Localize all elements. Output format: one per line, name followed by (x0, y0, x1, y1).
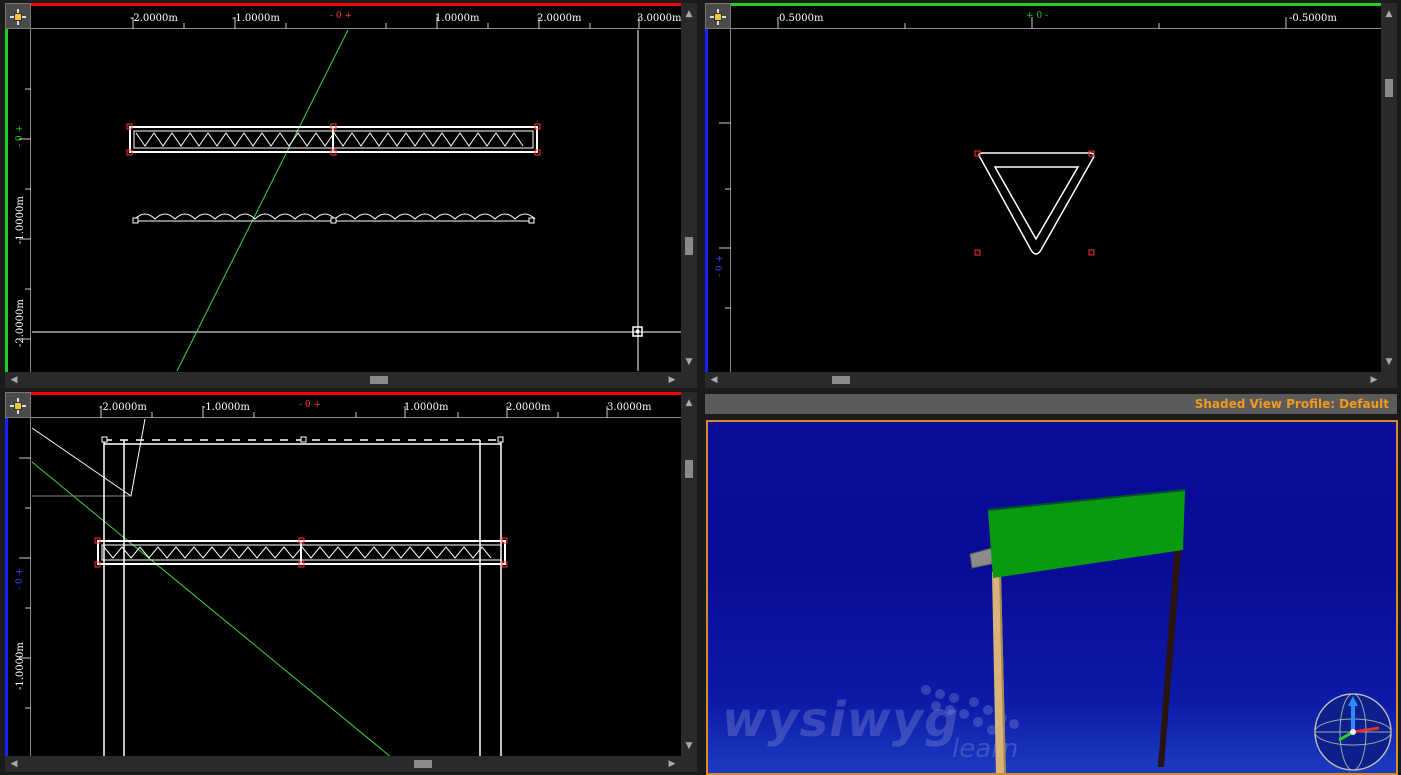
scrollbar-thumb[interactable] (414, 760, 432, 768)
green-sign-panel (988, 490, 1185, 578)
vertical-scrollbar[interactable]: ▲ ▼ (681, 392, 697, 756)
green-axis-line (31, 461, 398, 763)
scroll-left-arrow-icon[interactable]: ◀ (707, 373, 721, 387)
shaded-view-profile-label[interactable]: Shaded View Profile: Default (1195, 397, 1389, 411)
scrollbar-thumb[interactable] (685, 460, 693, 478)
vertical-ruler-ticks (19, 457, 31, 709)
scroll-right-arrow-icon[interactable]: ▶ (665, 373, 679, 387)
horizontal-scrollbar[interactable]: ◀ ▶ (705, 372, 1397, 388)
scroll-down-arrow-icon[interactable]: ▼ (682, 355, 696, 369)
top-view-canvas[interactable] (5, 3, 697, 388)
truss-object-front (97, 540, 506, 565)
truss-bracket (969, 547, 993, 569)
scrollbar-thumb[interactable] (685, 237, 693, 255)
right-pole (1158, 542, 1182, 767)
shaded-view-header: Shaded View Profile: Default (705, 394, 1397, 414)
side-view-canvas[interactable] (705, 3, 1397, 388)
viewport-side[interactable]: 0.5000m + 0 - -0.5000m - 0 + ▲ ▼ ◀ ▶ (705, 3, 1397, 388)
horizontal-ruler-ticks (100, 406, 608, 418)
viewport-top[interactable]: -2.0000m -1.0000m - 0 + 1.0000m 2.0000m … (5, 3, 697, 388)
scroll-right-arrow-icon[interactable]: ▶ (1367, 373, 1381, 387)
scrollbar-thumb[interactable] (370, 376, 388, 384)
construction-line (31, 418, 146, 497)
scroll-down-arrow-icon[interactable]: ▼ (1382, 355, 1396, 369)
scroll-left-arrow-icon[interactable]: ◀ (7, 373, 21, 387)
cable-object (132, 213, 536, 224)
scroll-right-arrow-icon[interactable]: ▶ (665, 757, 679, 771)
shaded-3d-view[interactable]: wysiwyg learn (706, 420, 1398, 775)
scrollbar-thumb[interactable] (1385, 79, 1393, 97)
horizontal-ruler-ticks (777, 17, 1287, 29)
vertical-scrollbar[interactable]: ▲ ▼ (681, 3, 697, 372)
scroll-down-arrow-icon[interactable]: ▼ (682, 739, 696, 753)
vertical-scrollbar[interactable]: ▲ ▼ (1381, 3, 1397, 372)
vertical-ruler-ticks (19, 88, 31, 340)
truss-object-top (129, 126, 538, 153)
scroll-up-arrow-icon[interactable]: ▲ (682, 396, 696, 410)
shaded-scene (921, 489, 1392, 773)
horizontal-scrollbar[interactable]: ◀ ▶ (5, 756, 697, 772)
horizontal-ruler-ticks (132, 17, 640, 29)
scrollbar-thumb[interactable] (832, 376, 850, 384)
axis-gizmo-icon (1314, 693, 1392, 771)
scroll-up-arrow-icon[interactable]: ▲ (1382, 7, 1396, 21)
green-axis-line (176, 29, 349, 372)
scroll-up-arrow-icon[interactable]: ▲ (682, 7, 696, 21)
frame-structure (103, 439, 502, 762)
scroll-left-arrow-icon[interactable]: ◀ (7, 757, 21, 771)
truss-profile-triangle (978, 152, 1095, 255)
viewport-front[interactable]: -2.0000m -1.0000m - 0 + 1.0000m 2.0000m … (5, 392, 697, 772)
front-view-canvas[interactable] (5, 392, 697, 772)
vertical-ruler-ticks (719, 122, 731, 309)
horizontal-scrollbar[interactable]: ◀ ▶ (5, 372, 697, 388)
